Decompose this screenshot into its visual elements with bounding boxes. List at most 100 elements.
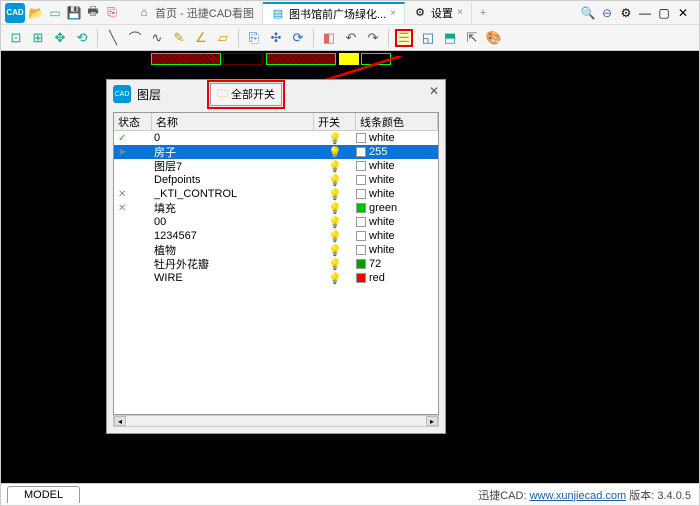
scroll-left-icon[interactable]: ◂ [114, 416, 126, 426]
row-color[interactable]: 255 [356, 146, 438, 158]
scroll-right-icon[interactable]: ▸ [426, 416, 438, 426]
model-tab[interactable]: MODEL [7, 486, 80, 503]
col-color[interactable]: 线条颜色 [356, 113, 438, 130]
measure-arc-icon[interactable]: ⌒ [126, 29, 144, 47]
bulb-icon[interactable]: 💡 [314, 132, 356, 145]
row-name: _KTI_CONTROL [152, 188, 314, 200]
new-icon[interactable]: ▭ [47, 5, 63, 21]
color-label: red [369, 272, 385, 284]
tab-bar: ⌂ 首页 - 迅捷CAD看图 ▤ 图书馆前广场绿化... × ⚙ 设置 × + [129, 2, 577, 24]
box-icon[interactable]: ⬒ [441, 29, 459, 47]
zoom-in-icon[interactable]: 🔍 [580, 5, 596, 21]
table-row[interactable]: 图层7💡white [114, 159, 438, 173]
open-icon[interactable]: 📂 [28, 5, 44, 21]
color-label: white [369, 230, 395, 242]
dialog-titlebar[interactable]: CAD 图层 🗀 全部开关 ✕ [107, 80, 445, 108]
cube-icon[interactable]: ◱ [419, 29, 437, 47]
bulb-icon[interactable]: 💡 [314, 188, 356, 201]
row-state: ✕ [114, 189, 152, 200]
row-color[interactable]: red [356, 272, 438, 284]
bulb-icon[interactable]: 💡 [314, 202, 356, 215]
row-color[interactable]: white [356, 174, 438, 186]
erase-icon[interactable]: ◧ [320, 29, 338, 47]
row-color[interactable]: 72 [356, 258, 438, 270]
zoom-prev-icon[interactable]: ⟲ [73, 29, 91, 47]
undo-icon[interactable]: ↶ [342, 29, 360, 47]
tab-document[interactable]: ▤ 图书馆前广场绿化... × [263, 2, 405, 24]
measure-line-icon[interactable]: ╲ [104, 29, 122, 47]
toggle-all-button[interactable]: 🗀 全部开关 [210, 83, 282, 106]
col-name[interactable]: 名称 [152, 113, 314, 130]
table-row[interactable]: ✓0💡white [114, 131, 438, 145]
row-color[interactable]: white [356, 160, 438, 172]
layer-table: 状态 名称 开关 线条颜色 ✓0💡white➤房子💡255图层7💡whiteDe… [113, 112, 439, 415]
table-row[interactable]: 牡丹外花瓣💡72 [114, 257, 438, 271]
save-icon[interactable]: 💾 [66, 5, 82, 21]
tab-add[interactable]: + [472, 2, 494, 24]
col-state[interactable]: 状态 [114, 113, 152, 130]
bulb-icon[interactable]: 💡 [314, 216, 356, 229]
row-name: 00 [152, 216, 314, 228]
copy-icon[interactable]: ⎘ [245, 29, 263, 47]
row-color[interactable]: white [356, 188, 438, 200]
row-color[interactable]: white [356, 244, 438, 256]
row-name: WIRE [152, 272, 314, 284]
axis-icon[interactable]: ⇱ [463, 29, 481, 47]
tab-home[interactable]: ⌂ 首页 - 迅捷CAD看图 [129, 2, 263, 24]
table-row[interactable]: WIRE💡 red [114, 271, 438, 285]
table-row[interactable]: ➤房子💡255 [114, 145, 438, 159]
row-color[interactable]: white [356, 230, 438, 242]
folder-icon: 🗀 [217, 85, 228, 104]
bulb-icon[interactable]: 💡 [314, 258, 356, 271]
zoom-out-icon[interactable]: ⊖ [599, 5, 615, 21]
tab-settings[interactable]: ⚙ 设置 × [405, 2, 472, 24]
bulb-icon[interactable]: 💡 [314, 244, 356, 257]
color-label: white [369, 132, 395, 144]
table-row[interactable]: 1234567💡white [114, 229, 438, 243]
minimize-icon[interactable]: — [637, 5, 653, 21]
brand-link[interactable]: www.xunjiecad.com [530, 490, 627, 502]
redo-icon[interactable]: ↷ [364, 29, 382, 47]
move-icon[interactable]: ✣ [267, 29, 285, 47]
area-icon[interactable]: ▱ [214, 29, 232, 47]
measure-curve-icon[interactable]: ∿ [148, 29, 166, 47]
table-row[interactable]: 00💡white [114, 215, 438, 229]
table-row[interactable]: ✕填充💡green [114, 201, 438, 215]
tab-doc-label: 图书馆前广场绿化... [289, 6, 386, 22]
bulb-icon[interactable]: 💡 [314, 230, 356, 243]
row-state: ➤ [114, 147, 152, 158]
table-row[interactable]: Defpoints💡white [114, 173, 438, 187]
app-logo-icon: CAD [5, 3, 25, 23]
bulb-icon[interactable]: 💡 [314, 174, 356, 187]
layers-button[interactable]: ☰ [395, 29, 413, 47]
drawing-content [151, 53, 411, 67]
color-label: green [369, 202, 397, 214]
zoom-extents-icon[interactable]: ⊡ [7, 29, 25, 47]
tab-close-icon[interactable]: × [390, 8, 396, 19]
measure-edit-icon[interactable]: ✎ [170, 29, 188, 47]
palette-icon[interactable]: 🎨 [485, 29, 503, 47]
settings-icon[interactable]: ⚙ [618, 5, 634, 21]
row-color[interactable]: green [356, 202, 438, 214]
maximize-icon[interactable]: ▢ [656, 5, 672, 21]
quick-access: CAD 📂 ▭ 💾 🖶 ⎘ [5, 3, 120, 23]
dialog-close-icon[interactable]: ✕ [429, 84, 439, 98]
table-row[interactable]: 植物💡white [114, 243, 438, 257]
tab-close-icon[interactable]: × [457, 7, 463, 18]
print-icon[interactable]: 🖶 [85, 5, 101, 21]
dialog-hscroll[interactable]: ◂ ▸ [113, 415, 439, 427]
close-window-icon[interactable]: ✕ [675, 5, 691, 21]
bulb-icon[interactable]: 💡 [314, 160, 356, 173]
row-color[interactable]: white [356, 132, 438, 144]
pan-icon[interactable]: ✥ [51, 29, 69, 47]
measure-angle-icon[interactable]: ∠ [192, 29, 210, 47]
rotate-icon[interactable]: ⟳ [289, 29, 307, 47]
zoom-window-icon[interactable]: ⊞ [29, 29, 47, 47]
close-file-icon[interactable]: ⎘ [104, 5, 120, 21]
bulb-icon[interactable]: 💡 [314, 272, 356, 285]
col-switch[interactable]: 开关 [314, 113, 356, 130]
scroll-track[interactable] [126, 416, 426, 426]
bulb-icon[interactable]: 💡 [314, 146, 356, 159]
table-row[interactable]: ✕_KTI_CONTROL💡white [114, 187, 438, 201]
row-color[interactable]: white [356, 216, 438, 228]
